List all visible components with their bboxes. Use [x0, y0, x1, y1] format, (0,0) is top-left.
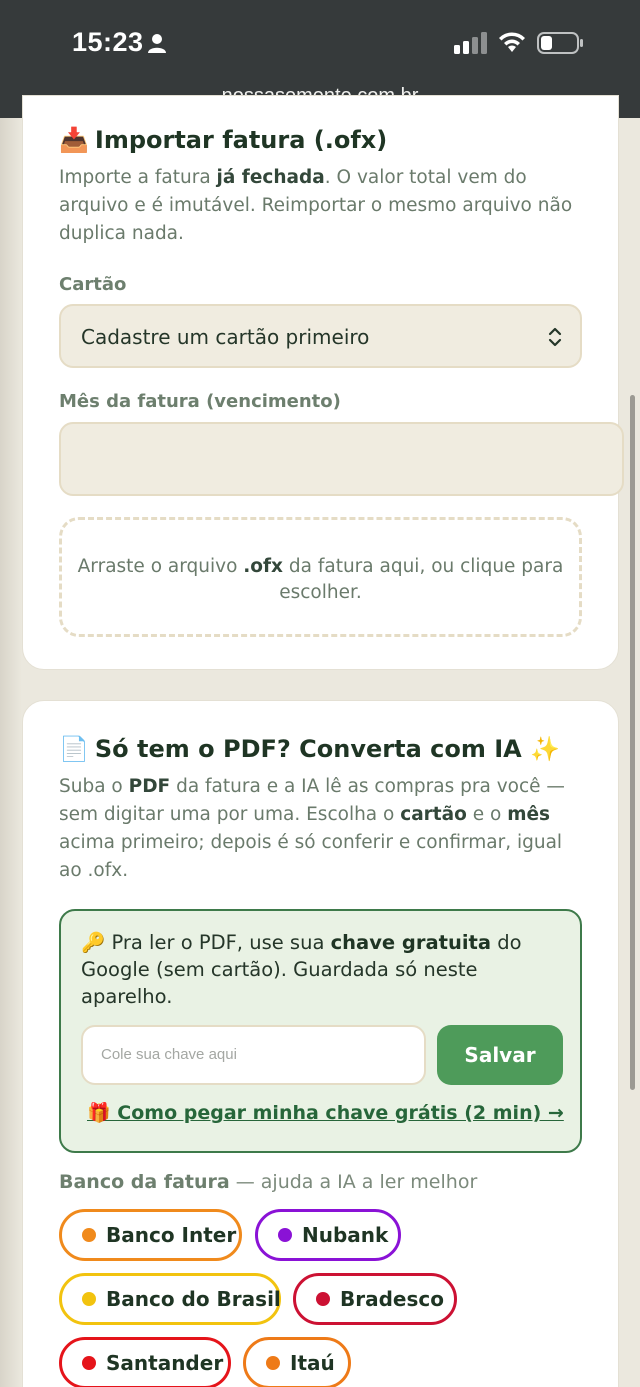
- bank-color-dot: [82, 1356, 96, 1370]
- wifi-icon: [499, 32, 525, 52]
- bank-color-dot: [316, 1292, 330, 1306]
- pdf-ai-card: 📄 Só tem o PDF? Converta com IA ✨ Suba o …: [22, 700, 619, 1387]
- card-select[interactable]: Cadastre um cartão primeiro: [59, 304, 582, 368]
- battery-icon: [537, 32, 583, 54]
- scrollbar[interactable]: [630, 395, 635, 1090]
- bank-chip-label: Banco Inter: [106, 1223, 237, 1247]
- key-icon: 🔑: [81, 931, 106, 954]
- bank-select-label: Banco da fatura — ajuda a IA a ler melho…: [59, 1171, 477, 1193]
- bank-color-dot: [82, 1228, 96, 1242]
- bank-label-text: — ajuda a IA a ler melhor: [229, 1171, 478, 1193]
- desc-text: Suba o: [59, 776, 129, 797]
- dropzone-bold: .ofx: [243, 556, 283, 577]
- save-key-button[interactable]: Salvar: [437, 1025, 563, 1085]
- pdf-ai-description: Suba o PDF da fatura e a IA lê as compra…: [59, 773, 589, 885]
- api-key-box: 🔑 Pra ler o PDF, use sua chave gratuita …: [59, 909, 582, 1153]
- desc-bold: mês: [507, 804, 551, 825]
- month-input-label: Mês da fatura (vencimento): [59, 391, 341, 412]
- bank-chip-label: Santander: [106, 1351, 224, 1375]
- import-ofx-description: Importe a fatura já fechada. O valor tot…: [59, 164, 589, 248]
- desc-bold: cartão: [400, 804, 467, 825]
- key-text: Pra ler o PDF, use sua: [105, 931, 331, 954]
- bank-chip-label: Nubank: [302, 1223, 389, 1247]
- api-key-instructions: 🔑 Pra ler o PDF, use sua chave gratuita …: [81, 929, 561, 1010]
- page-edge-shadow: [0, 118, 22, 1387]
- desc-text: e o: [466, 804, 508, 825]
- bank-chip-santander[interactable]: Santander: [59, 1337, 231, 1387]
- bank-color-dot: [82, 1292, 96, 1306]
- bank-color-dot: [266, 1356, 280, 1370]
- cellular-signal-icon: [454, 32, 487, 54]
- bank-chip-label: Itaú: [290, 1351, 335, 1375]
- desc-text: Importe a fatura: [59, 167, 217, 188]
- card-select-value: Cadastre um cartão primeiro: [81, 325, 370, 349]
- month-input[interactable]: [59, 422, 624, 496]
- import-ofx-title: 📥 Importar fatura (.ofx): [59, 126, 387, 154]
- select-updown-icon: [548, 327, 562, 347]
- bank-chip-itau[interactable]: Itaú: [243, 1337, 351, 1387]
- pdf-ai-title-text: Só tem o PDF? Converta com IA ✨: [94, 735, 560, 763]
- status-time: 15:23: [72, 27, 144, 57]
- person-icon: [148, 34, 166, 53]
- dropzone-text: da fatura aqui, ou clique para escolher.: [279, 556, 564, 603]
- get-free-key-link[interactable]: 🎁 Como pegar minha chave grátis (2 min) …: [87, 1101, 564, 1124]
- desc-bold: PDF: [128, 776, 171, 797]
- bank-chip-label: Banco do Brasil: [106, 1287, 281, 1311]
- document-icon: 📄: [59, 735, 89, 763]
- import-ofx-title-text: Importar fatura (.ofx): [94, 126, 388, 154]
- pdf-ai-title: 📄 Só tem o PDF? Converta com IA ✨: [59, 735, 560, 763]
- api-key-input[interactable]: Cole sua chave aqui: [81, 1025, 426, 1085]
- bank-chip-inter[interactable]: Banco Inter: [59, 1209, 242, 1261]
- dropzone-text: Arraste o arquivo: [77, 556, 244, 577]
- bank-chip-label: Bradesco: [340, 1287, 444, 1311]
- ofx-dropzone[interactable]: Arraste o arquivo .ofx da fatura aqui, o…: [59, 517, 582, 637]
- bank-color-dot: [278, 1228, 292, 1242]
- desc-bold: já fechada: [216, 167, 325, 188]
- card-select-label: Cartão: [59, 274, 127, 295]
- bank-chip-nubank[interactable]: Nubank: [255, 1209, 401, 1261]
- bank-label-bold: Banco da fatura: [59, 1171, 230, 1193]
- import-ofx-card: 📥 Importar fatura (.ofx) Importe a fatura…: [22, 95, 624, 670]
- bank-chip-banco-do-brasil[interactable]: Banco do Brasil: [59, 1273, 281, 1325]
- key-text-bold: chave gratuita: [330, 931, 492, 954]
- desc-text: acima primeiro; depois é só conferir e c…: [59, 832, 563, 881]
- bank-chip-bradesco[interactable]: Bradesco: [293, 1273, 457, 1325]
- inbox-tray-icon: 📥: [59, 126, 89, 154]
